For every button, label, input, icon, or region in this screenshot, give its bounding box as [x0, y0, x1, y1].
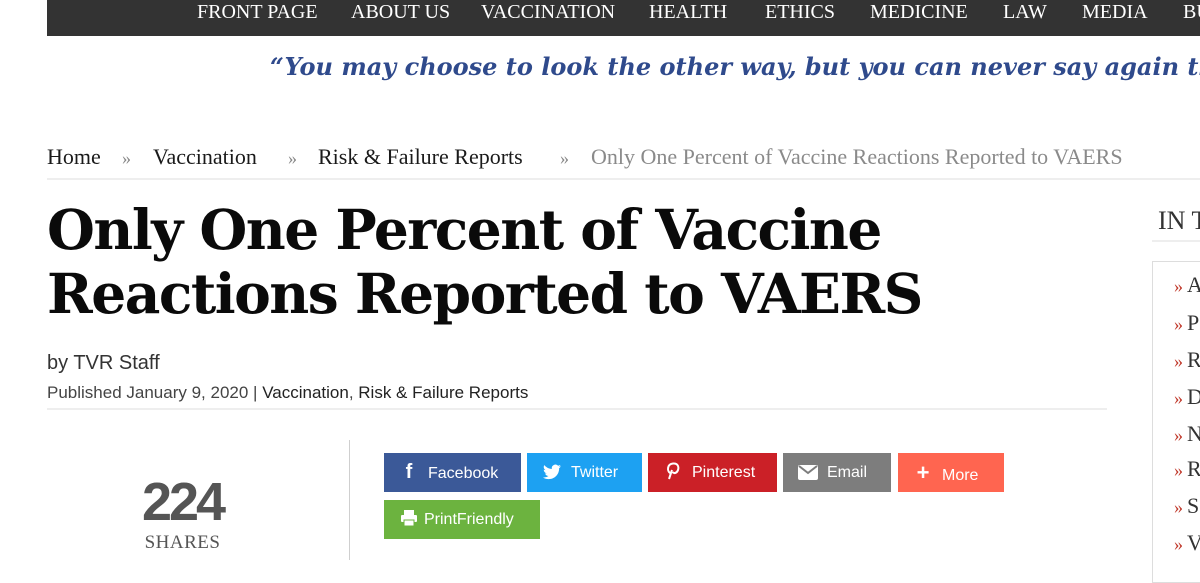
nav-item-front-page[interactable]: FRONT PAGE [197, 0, 318, 24]
nav-item-ethics[interactable]: ETHICS [765, 0, 835, 24]
nav-item-law[interactable]: LAW [1003, 0, 1047, 24]
share-count: 224 [141, 472, 226, 532]
sidebar-item-label: A [1187, 272, 1200, 297]
article-title-line-2: Reactions Reported to VAERS [47, 261, 923, 326]
nav-item-truncated[interactable]: BU [1183, 0, 1200, 24]
sidebar-list-item[interactable]: » P [1174, 310, 1199, 336]
quote-banner: “You may choose to look the other way, b… [270, 52, 1200, 81]
meta-divider [47, 408, 1107, 410]
envelope-icon [797, 453, 819, 492]
sidebar-heading: IN T [1158, 206, 1200, 235]
sidebar-item-label: R [1187, 347, 1200, 372]
twitter-bird-icon [541, 453, 563, 492]
email-label: Email [827, 464, 868, 481]
share-divider [349, 440, 350, 560]
printer-icon [398, 500, 420, 539]
breadcrumb-category[interactable]: Risk & Failure Reports [318, 143, 523, 171]
category-separator: , [348, 383, 359, 402]
sidebar-item-label: P [1187, 310, 1200, 335]
nav-item-about-us[interactable]: ABOUT US [351, 0, 450, 24]
sidebar-list-item[interactable]: » R [1174, 456, 1200, 482]
chevron-icon: » [1174, 497, 1183, 517]
sidebar-list-item[interactable]: » N [1174, 421, 1200, 447]
pinterest-icon [662, 453, 684, 492]
nav-item-media[interactable]: MEDIA [1082, 0, 1148, 24]
sidebar-item-label: R [1187, 456, 1200, 481]
chevron-icon: » [1174, 425, 1183, 445]
nav-item-health[interactable]: HEALTH [649, 0, 727, 24]
chevron-icon: » [1174, 460, 1183, 480]
article-meta: Published January 9, 2020 | Vaccination,… [47, 383, 528, 403]
top-navigation-bar: FRONT PAGE ABOUT US VACCINATION HEALTH E… [47, 0, 1200, 36]
more-label: More [942, 467, 979, 484]
chevron-icon: » [1174, 534, 1183, 554]
twitter-share-button[interactable]: Twitter [527, 453, 642, 492]
article-byline: by TVR Staff [47, 352, 160, 374]
more-share-button[interactable]: + More [898, 453, 1004, 492]
pinterest-label: Pinterest [692, 464, 756, 481]
chevron-icon: » [1174, 388, 1183, 408]
sidebar-list-item[interactable]: » V [1174, 530, 1200, 556]
category-link-risk-failure[interactable]: Risk & Failure Reports [358, 383, 528, 402]
breadcrumb-divider [47, 178, 1200, 180]
twitter-label: Twitter [571, 464, 619, 481]
breadcrumb-separator: » [288, 148, 297, 168]
sidebar-item-label: S [1187, 493, 1200, 518]
chevron-icon: » [1174, 351, 1183, 371]
sidebar-list-item[interactable]: » S [1174, 493, 1199, 519]
breadcrumb-separator: » [122, 148, 131, 168]
facebook-share-button[interactable]: f Facebook [384, 453, 521, 492]
breadcrumb-home[interactable]: Home [47, 143, 101, 171]
chevron-icon: » [1174, 276, 1183, 296]
breadcrumb-vaccination[interactable]: Vaccination [153, 143, 257, 171]
sidebar-item-label: N [1187, 421, 1200, 446]
sidebar-list-item[interactable]: » R [1174, 347, 1200, 373]
printfriendly-button[interactable]: PrintFriendly [384, 500, 540, 539]
plus-icon: + [916, 460, 930, 485]
category-link-vaccination[interactable]: Vaccination [262, 383, 349, 402]
sidebar-list-item[interactable]: » A [1174, 272, 1200, 298]
breadcrumb-current: Only One Percent of Vaccine Reactions Re… [591, 144, 1123, 169]
published-date: Published January 9, 2020 | [47, 383, 263, 402]
sidebar-heading-divider [1152, 240, 1200, 242]
sidebar-item-label: V [1187, 530, 1200, 555]
breadcrumb-separator: » [560, 148, 569, 168]
sidebar-item-label: D [1187, 384, 1200, 409]
nav-item-vaccination[interactable]: VACCINATION [481, 0, 615, 24]
nav-item-medicine[interactable]: MEDICINE [870, 0, 968, 24]
facebook-icon: f [405, 461, 413, 483]
pinterest-share-button[interactable]: Pinterest [648, 453, 777, 492]
article-title: Only One Percent of Vaccine Reactions Re… [47, 198, 987, 326]
email-share-button[interactable]: Email [783, 453, 891, 492]
chevron-icon: » [1174, 314, 1183, 334]
printfriendly-label: PrintFriendly [424, 511, 514, 528]
sidebar-list-item[interactable]: » D [1174, 384, 1200, 410]
facebook-label: Facebook [428, 465, 499, 482]
share-count-label: SHARES [144, 532, 221, 553]
article-title-line-1: Only One Percent of Vaccine [47, 197, 882, 262]
